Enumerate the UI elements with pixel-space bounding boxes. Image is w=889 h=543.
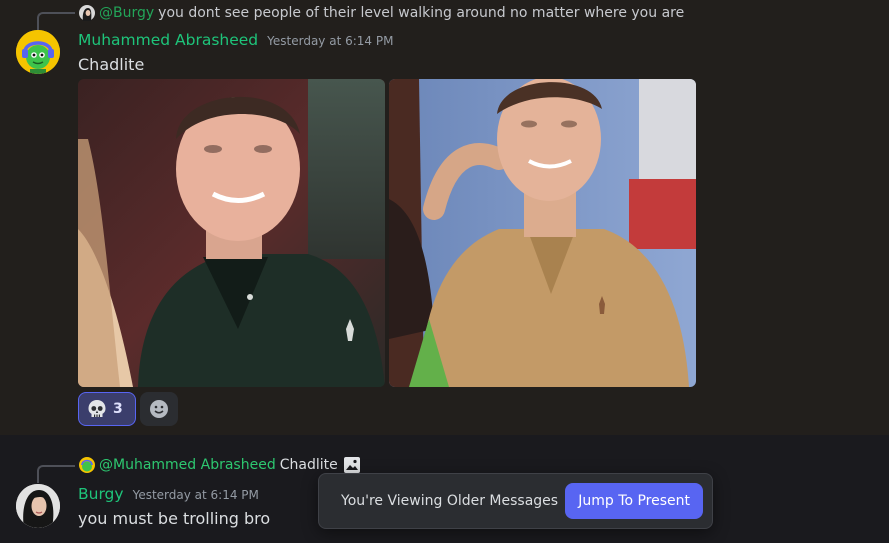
reaction-count: 3 bbox=[113, 401, 123, 417]
author-name[interactable]: Muhammed Abrasheed bbox=[78, 31, 258, 49]
smiley-icon bbox=[149, 399, 169, 419]
reply-text: you dont see people of their level walki… bbox=[158, 5, 685, 21]
skull-icon bbox=[87, 399, 107, 419]
reply-avatar-icon bbox=[79, 5, 95, 21]
photo-dark-polo bbox=[78, 79, 385, 387]
message-header: Muhammed Abrasheed Yesterday at 6:14 PM bbox=[78, 31, 393, 49]
reply-preview[interactable]: @Burgy you dont see people of their leve… bbox=[79, 4, 684, 22]
reply-connector bbox=[37, 12, 75, 30]
reply-mention[interactable]: @Burgy bbox=[99, 5, 154, 21]
add-reaction-button[interactable] bbox=[140, 392, 178, 426]
reply-avatar-icon bbox=[79, 457, 95, 473]
reply-text: Chadlite bbox=[279, 457, 338, 473]
reply-mention[interactable]: @Muhammed Abrasheed bbox=[99, 457, 276, 473]
image-icon bbox=[343, 456, 361, 474]
reply-connector bbox=[37, 465, 75, 483]
message-content: you must be trolling bro bbox=[78, 509, 271, 528]
green-alien-headphones-icon bbox=[16, 30, 60, 74]
older-messages-bar: You're Viewing Older Messages Jump To Pr… bbox=[318, 473, 713, 529]
older-messages-text: You're Viewing Older Messages bbox=[341, 493, 559, 509]
image-attachment[interactable] bbox=[389, 79, 696, 387]
reaction-button[interactable]: 3 bbox=[78, 392, 136, 426]
jump-to-present-button[interactable]: Jump To Present bbox=[565, 483, 703, 519]
timestamp[interactable]: Yesterday at 6:14 PM bbox=[267, 34, 393, 48]
message-content: Chadlite bbox=[78, 55, 145, 74]
timestamp[interactable]: Yesterday at 6:14 PM bbox=[133, 488, 259, 502]
message-header: Burgy Yesterday at 6:14 PM bbox=[78, 485, 259, 503]
author-name[interactable]: Burgy bbox=[78, 485, 124, 503]
reply-preview[interactable]: @Muhammed Abrasheed Chadlite bbox=[79, 456, 361, 474]
image-attachment[interactable] bbox=[78, 79, 385, 387]
avatar[interactable] bbox=[16, 30, 60, 74]
dark-haired-woman-icon bbox=[16, 484, 60, 528]
avatar[interactable] bbox=[16, 484, 60, 528]
photo-tan-polo bbox=[389, 79, 696, 387]
